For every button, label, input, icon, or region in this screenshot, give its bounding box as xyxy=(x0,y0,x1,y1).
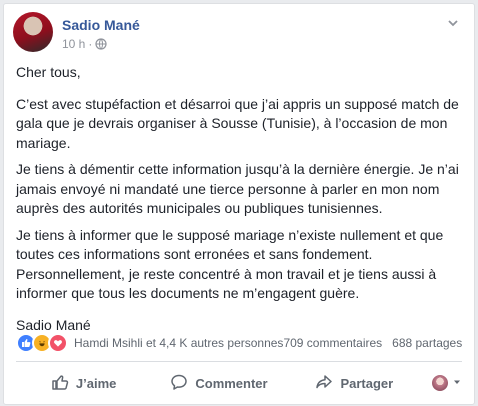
post-text: Cher tous, C’est avec stupéfaction et dé… xyxy=(16,63,468,342)
shares-count[interactable]: 688 partages xyxy=(392,336,462,350)
post-paragraph: Je tiens à informer que le supposé maria… xyxy=(16,226,444,302)
share-arrow-icon xyxy=(315,373,333,394)
user-avatar xyxy=(431,375,448,391)
post-actions: J’aime Commenter Partager xyxy=(16,366,462,400)
post-paragraph: C’est avec stupéfaction et désarroi que … xyxy=(16,95,459,151)
post-options-chevron-icon[interactable] xyxy=(446,16,460,30)
reactions-summary[interactable]: Hamdi Msihli et 4,4 K autres personnes xyxy=(74,336,283,350)
share-as-selector[interactable] xyxy=(422,374,462,392)
like-button-label: J’aime xyxy=(75,375,117,391)
engagement-counts: 709 commentaires 688 partages xyxy=(283,336,462,350)
globe-icon[interactable] xyxy=(95,38,107,50)
author-avatar[interactable] xyxy=(13,12,53,52)
comment-icon xyxy=(170,373,188,394)
share-button-label: Partager xyxy=(340,375,394,391)
comment-button-label: Commenter xyxy=(195,375,268,391)
like-button[interactable]: J’aime xyxy=(16,373,151,394)
thumbs-up-icon xyxy=(51,373,69,394)
post-header: Sadio Mané 10 h · xyxy=(13,12,466,58)
post-time[interactable]: 10 h xyxy=(62,37,85,51)
comments-count[interactable]: 709 commentaires xyxy=(283,336,382,350)
post-meta: 10 h · xyxy=(62,37,107,51)
reactions-bar: Hamdi Msihli et 4,4 K autres personnes 7… xyxy=(16,331,462,355)
chevron-down-icon xyxy=(452,374,462,392)
post-paragraph: Je tiens à démentir cette information ju… xyxy=(16,161,459,216)
meta-separator: · xyxy=(88,37,93,51)
facebook-post-card: Sadio Mané 10 h · Cher tous, C’est avec … xyxy=(3,3,475,405)
comment-button[interactable]: Commenter xyxy=(151,373,286,394)
love-reaction-icon xyxy=(48,333,68,353)
author-name[interactable]: Sadio Mané xyxy=(62,17,140,33)
actions-divider xyxy=(16,361,462,362)
reaction-icons[interactable] xyxy=(16,333,68,353)
share-button[interactable]: Partager xyxy=(287,373,422,394)
post-paragraph: Cher tous, xyxy=(16,64,81,80)
